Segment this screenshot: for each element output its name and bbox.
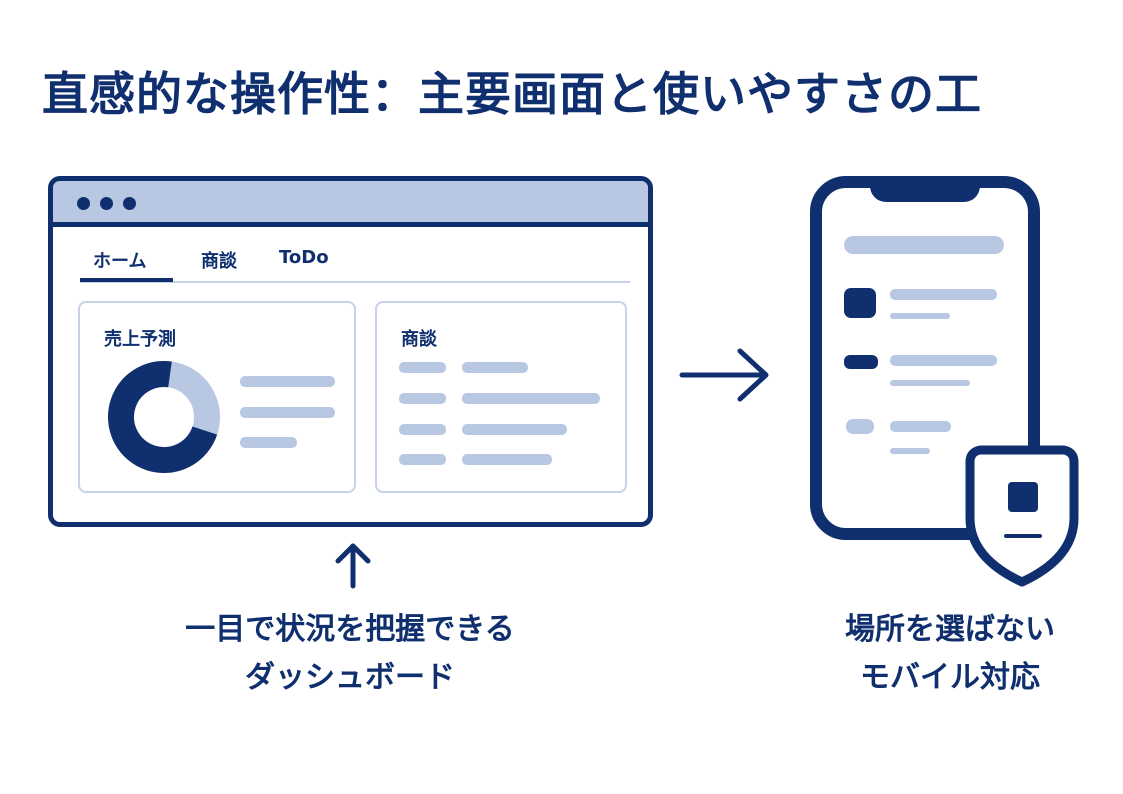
placeholder-line [890, 289, 997, 300]
deals-card-title: 商談 [401, 329, 437, 350]
dashboard-caption-line2: ダッシュボード [245, 660, 455, 695]
placeholder-line [890, 448, 930, 454]
placeholder-line [890, 355, 997, 366]
dashboard-window: ホーム 商談 ToDo 売上予測 商談 [48, 176, 653, 527]
window-title-bar [53, 181, 648, 227]
placeholder-cell [462, 362, 528, 373]
placeholder-cell [399, 424, 446, 435]
mobile-caption-line1: 場所を選ばない [845, 612, 1055, 647]
window-dot-icon [100, 197, 113, 210]
placeholder-cell [399, 362, 446, 373]
donut-chart [108, 361, 220, 473]
sales-forecast-title: 売上予測 [104, 329, 176, 350]
dashboard-caption: 一目で状況を把握できる ダッシュボード [130, 606, 570, 702]
list-item-icon [844, 288, 876, 318]
up-arrow-icon [335, 543, 371, 589]
placeholder-line [240, 376, 335, 387]
right-arrow-icon [679, 348, 769, 402]
list-item-icon [844, 355, 878, 369]
placeholder-line [890, 313, 950, 319]
tab-todo[interactable]: ToDo [279, 247, 329, 268]
placeholder-line [240, 407, 335, 418]
placeholder-cell [462, 393, 600, 404]
active-tab-indicator [80, 278, 173, 282]
window-dot-icon [77, 197, 90, 210]
dashboard-caption-line1: 一目で状況を把握できる [185, 612, 515, 647]
sales-forecast-card: 売上予測 [78, 301, 356, 493]
placeholder-cell [462, 424, 567, 435]
placeholder-cell [399, 393, 446, 404]
placeholder-cell [399, 454, 446, 465]
placeholder-line [240, 437, 297, 448]
window-dot-icon [123, 197, 136, 210]
page-title: 直感的な操作性：主要画面と使いやすさの工 [42, 67, 982, 121]
placeholder-line [890, 380, 970, 386]
placeholder-line [890, 421, 951, 432]
shield-lock-icon [965, 445, 1079, 587]
placeholder-header [844, 236, 1004, 254]
list-item-icon [846, 419, 874, 434]
tab-deals[interactable]: 商談 [201, 247, 237, 273]
mobile-caption-line2: モバイル対応 [860, 660, 1040, 695]
phone-notch [870, 176, 980, 202]
placeholder-cell [462, 454, 552, 465]
mobile-caption: 場所を選ばない モバイル対応 [790, 606, 1110, 702]
deals-card: 商談 [375, 301, 627, 493]
tab-home[interactable]: ホーム [93, 247, 146, 273]
